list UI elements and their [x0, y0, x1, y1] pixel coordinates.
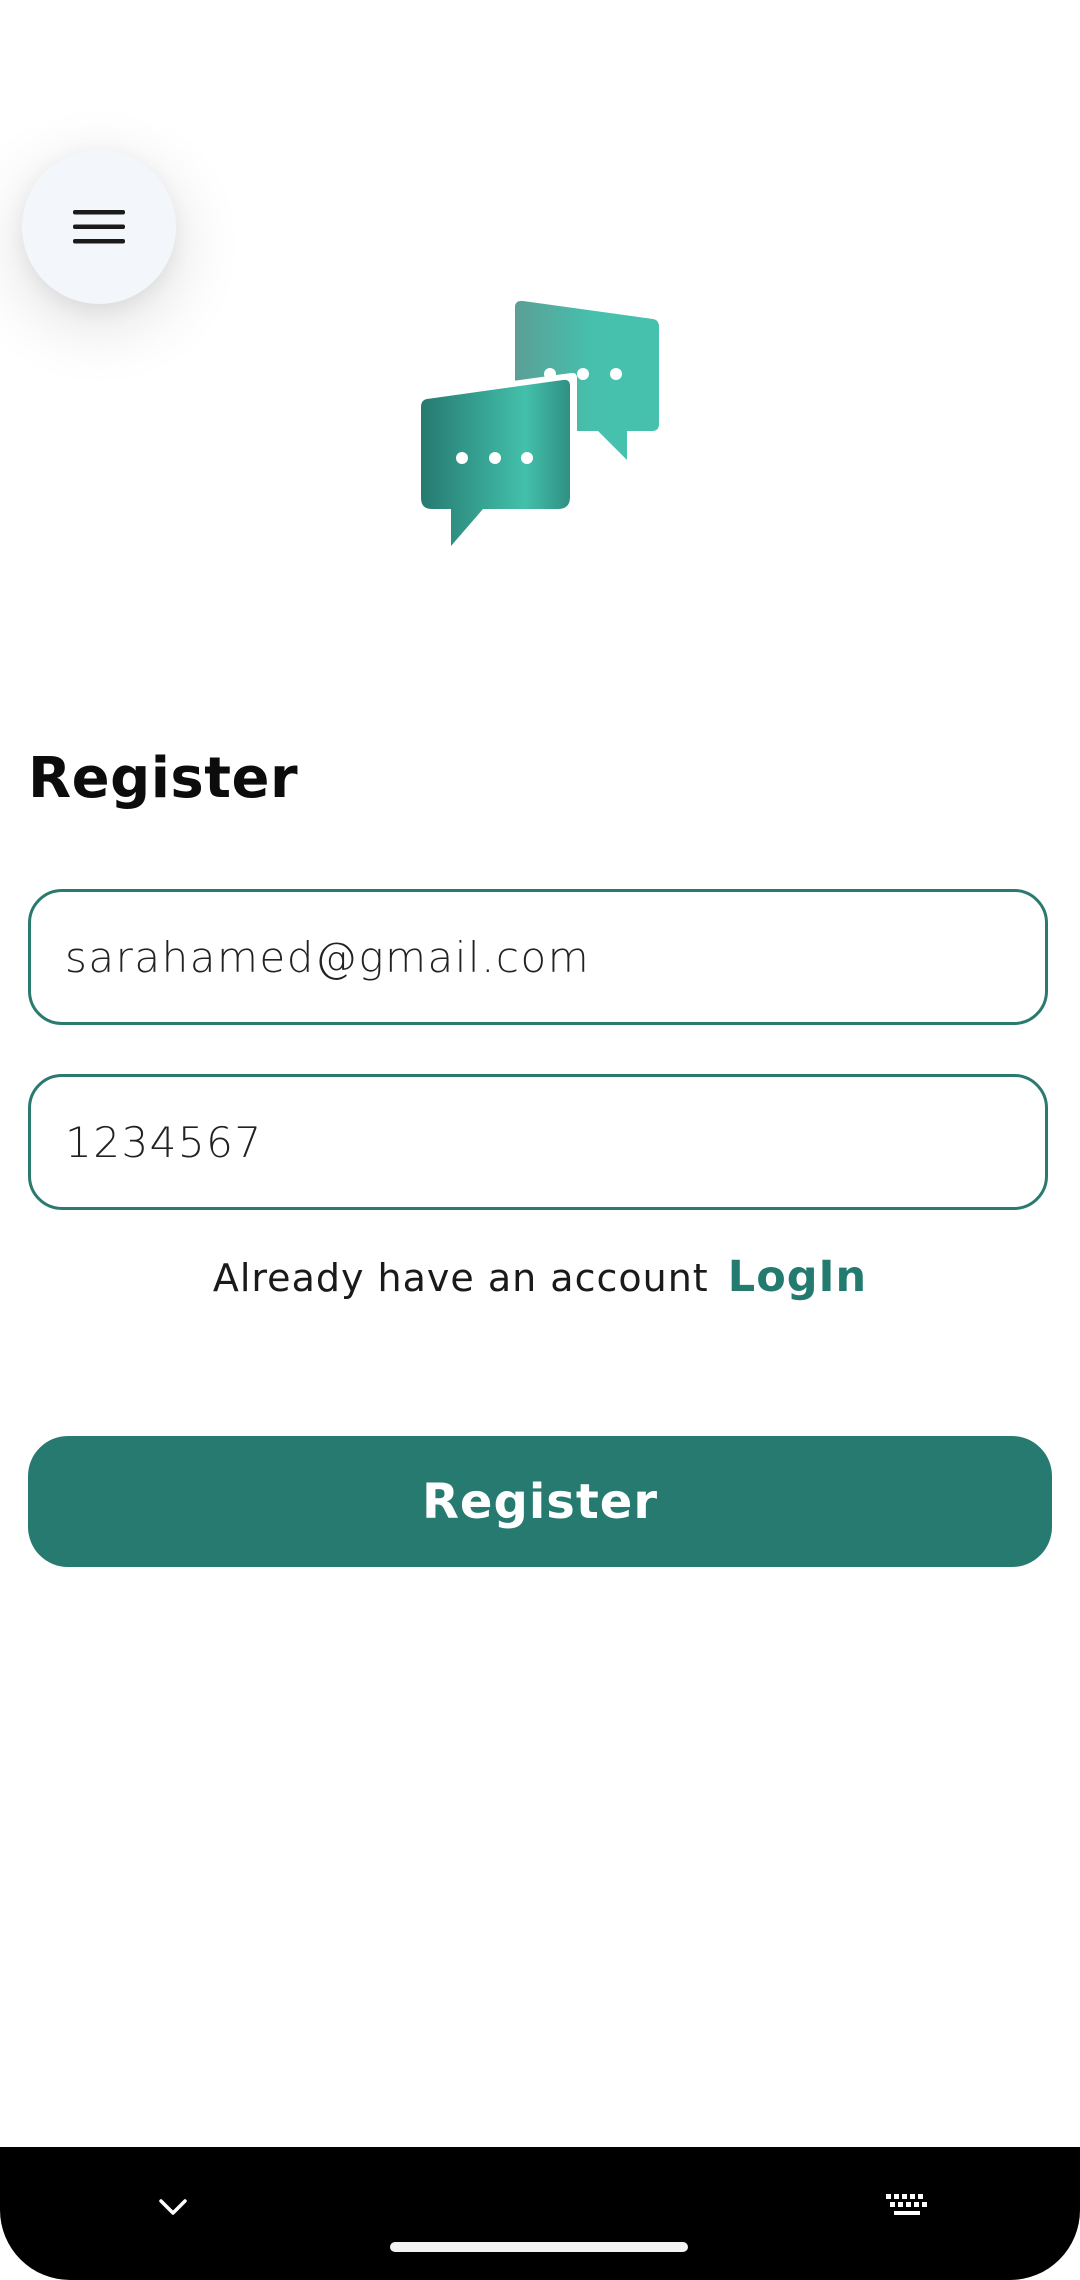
login-link[interactable]: LogIn — [728, 1252, 867, 1302]
chevron-down-icon — [159, 2199, 187, 2215]
page-title: Register — [28, 746, 299, 811]
system-navigation-bar — [0, 2147, 1080, 2280]
hamburger-menu-icon — [73, 210, 125, 244]
home-indicator[interactable] — [390, 2242, 688, 2252]
keyboard-switch-button[interactable] — [884, 2187, 930, 2227]
password-input[interactable] — [65, 1117, 1045, 1167]
register-button[interactable]: Register — [28, 1436, 1052, 1567]
password-field[interactable] — [28, 1074, 1048, 1210]
register-screen: Register Already have an account LogIn R… — [0, 0, 1080, 2280]
chat-bubbles-logo-icon — [419, 300, 659, 552]
collapse-keyboard-button[interactable] — [150, 2187, 196, 2227]
email-field[interactable] — [28, 889, 1048, 1025]
login-prompt-row: Already have an account LogIn — [0, 1252, 1080, 1302]
menu-button[interactable] — [22, 150, 176, 304]
keyboard-icon — [886, 2194, 927, 2215]
login-prompt-text: Already have an account — [212, 1256, 709, 1300]
email-input[interactable] — [65, 932, 1045, 982]
